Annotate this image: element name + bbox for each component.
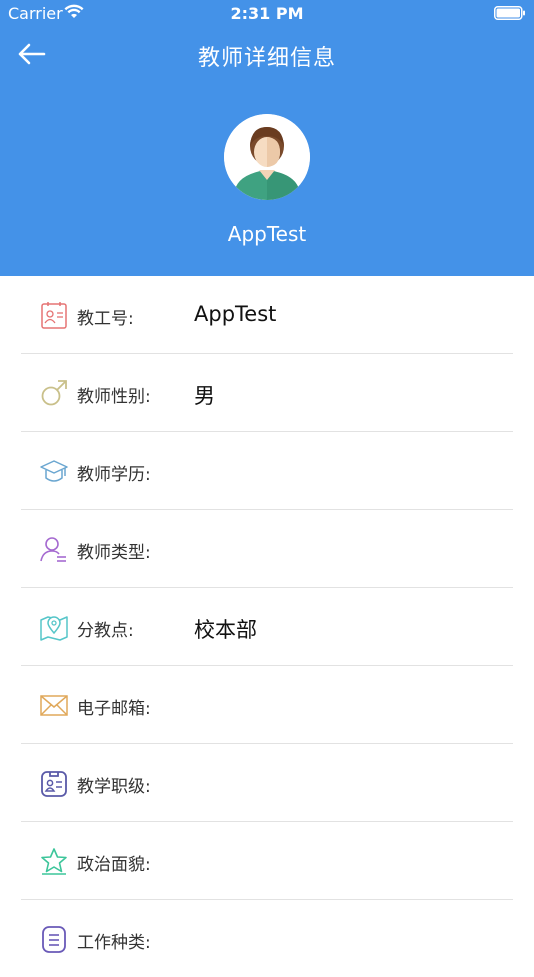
field-label: 教师类型: [77, 543, 151, 563]
star-icon [41, 848, 67, 875]
user-type-icon [40, 537, 66, 562]
field-label: 工作种类: [77, 933, 151, 953]
id-card-icon [41, 302, 67, 329]
nav-bar: 教师详细信息 [0, 30, 534, 78]
field-label: 电子邮箱: [77, 699, 151, 719]
field-label: 教学职级: [77, 777, 151, 797]
male-icon [41, 380, 67, 406]
field-value: 校本部 [194, 618, 257, 642]
info-row-gender: 教师性别: 男 [21, 354, 513, 432]
user-avatar-icon [224, 114, 310, 200]
field-value: AppTest [194, 302, 277, 326]
clock: 2:31 PM [230, 4, 304, 23]
info-row-campus: 分教点: 校本部 [21, 588, 513, 666]
page-title: 教师详细信息 [197, 46, 336, 71]
info-row-staff-id: 教工号: AppTest [21, 276, 513, 354]
field-label: 教工号: [77, 309, 134, 329]
field-label: 教师学历: [77, 465, 151, 485]
avatar [224, 114, 310, 200]
status-bar: Carrier 2:31 PM [0, 0, 534, 28]
info-row-email: 电子邮箱: [21, 666, 513, 744]
graduation-cap-icon [40, 460, 68, 482]
badge-icon [41, 771, 67, 797]
profile-name: AppTest [227, 222, 307, 246]
map-pin-icon [40, 616, 68, 641]
info-row-teacher-type: 教师类型: [21, 510, 513, 588]
info-row-teaching-rank: 教学职级: [21, 744, 513, 822]
field-label: 政治面貌: [77, 855, 151, 875]
info-row-education: 教师学历: [21, 432, 513, 510]
info-row-political-status: 政治面貌: [21, 822, 513, 900]
field-value: 男 [194, 384, 215, 408]
profile-header: Carrier 2:31 PM 教师详细信息 AppTest [0, 0, 534, 276]
envelope-icon [40, 695, 68, 716]
battery-icon [494, 6, 525, 20]
field-label: 分教点: [77, 621, 134, 641]
info-row-job-category: 工作种类: [21, 900, 513, 977]
info-list: 教工号: AppTest 教师性别: 男 教师学历: 教师类型: 分教点: 校本… [0, 276, 534, 977]
field-label: 教师性别: [77, 387, 151, 407]
